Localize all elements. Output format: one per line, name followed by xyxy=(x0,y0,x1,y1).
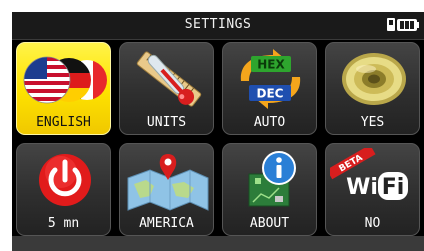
battery-status-icon xyxy=(387,18,419,31)
hex-label: HEX xyxy=(257,58,285,72)
settings-grid: ENGLISH UNITS HEX DEC AUTO YES 5 mn AMER… xyxy=(16,42,420,236)
auto-off-tile[interactable]: 5 mn xyxy=(16,143,111,236)
about-tile[interactable]: ABOUT xyxy=(222,143,317,236)
hex-dec-icon: HEX DEC xyxy=(240,49,301,109)
region-tile[interactable]: AMERICA xyxy=(119,143,214,236)
units-tile[interactable]: UNITS xyxy=(119,42,214,135)
title-bar: SETTINGS xyxy=(12,12,424,40)
tile-label: ABOUT xyxy=(249,216,290,231)
tile-label: UNITS xyxy=(146,115,187,130)
flags-icon xyxy=(23,56,107,104)
info-icon xyxy=(248,151,296,207)
wifi-icon: BETA Wi Fi xyxy=(330,148,408,200)
bottom-bar xyxy=(12,236,424,251)
tile-label: NO xyxy=(364,216,381,231)
wifi-tile[interactable]: BETA Wi Fi NO xyxy=(325,143,420,236)
power-icon xyxy=(39,154,91,206)
tile-label: YES xyxy=(360,115,385,130)
tile-label: ENGLISH xyxy=(36,115,91,130)
sound-tile[interactable]: YES xyxy=(325,42,420,135)
speaker-icon xyxy=(342,53,406,105)
wifi-text-b: Fi xyxy=(382,175,405,200)
dec-label: DEC xyxy=(257,87,284,101)
page-title: SETTINGS xyxy=(184,17,252,32)
device-screen: SETTINGS ENGLISH UNITS HEX DEC AUTO YES … xyxy=(12,12,424,251)
language-tile[interactable]: ENGLISH xyxy=(16,42,111,135)
tile-label: AUTO xyxy=(253,115,286,130)
map-icon xyxy=(127,154,209,211)
tile-label: AMERICA xyxy=(139,216,194,231)
auto-tile[interactable]: HEX DEC AUTO xyxy=(222,42,317,135)
thermometer-ruler-icon xyxy=(136,51,202,107)
wifi-text-a: Wi xyxy=(346,175,378,200)
tile-label: 5 mn xyxy=(47,216,80,231)
